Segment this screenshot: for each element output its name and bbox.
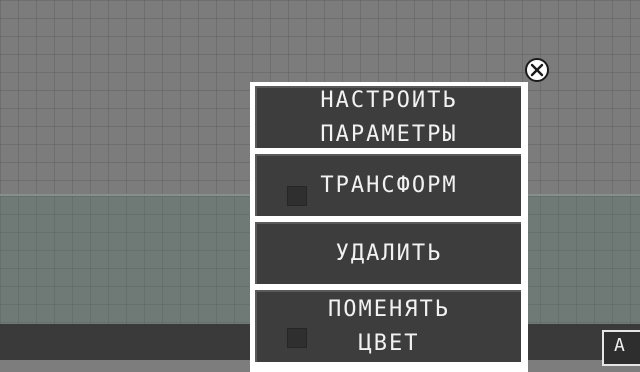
menu-item-label: ПАРАМЕТРЫ [320,122,458,147]
context-menu: НАСТРОИТЬ ПАРАМЕТРЫ ТРАНСФОРМ УДАЛИТЬ ПО… [250,82,528,372]
close-button[interactable] [525,58,549,82]
menu-item-delete[interactable]: УДАЛИТЬ [255,222,521,284]
change-color-checkbox[interactable] [287,328,307,348]
menu-item-configure-parameters[interactable]: НАСТРОИТЬ ПАРАМЕТРЫ [255,86,521,148]
menu-item-label: ТРАНСФОРМ [320,173,458,198]
menu-item-label: ЦВЕТ [358,331,420,356]
menu-item-label: УДАЛИТЬ [335,241,443,266]
menu-item-label: НАСТРОИТЬ [320,88,458,113]
menu-item-change-color[interactable]: ПОМЕНЯТЬ ЦВЕТ [255,290,521,362]
toolbar-corner-button-label: A [614,335,625,356]
menu-item-transform[interactable]: ТРАНСФОРМ [255,154,521,216]
transform-checkbox[interactable] [287,186,307,206]
menu-item-label: ПОМЕНЯТЬ [328,297,450,322]
close-circle-icon [530,63,544,77]
toolbar-corner-button[interactable]: A [602,330,640,366]
